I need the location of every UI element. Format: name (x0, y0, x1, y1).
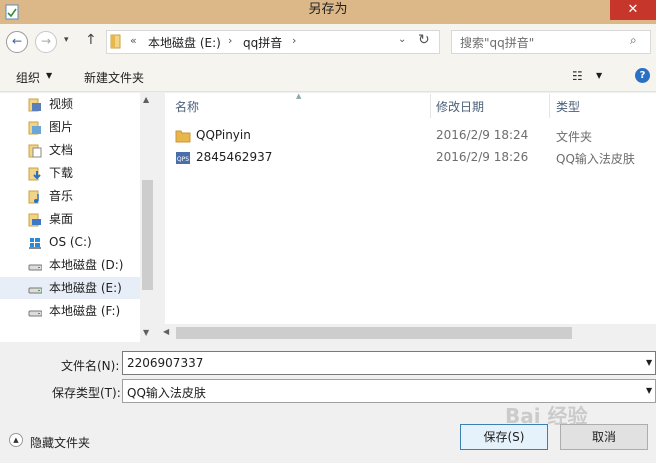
help-icon[interactable]: ? (635, 68, 650, 83)
search-icon[interactable]: ⌕ (630, 33, 637, 48)
breadcrumb-qq-pinyin[interactable]: qq拼音 (243, 34, 282, 51)
recent-locations-icon[interactable]: ▾ (64, 35, 69, 45)
sidebar-item-label: 下载 (49, 166, 74, 180)
sidebar-item[interactable]: 本地磁盘 (E:) (28, 277, 138, 299)
sidebar-item[interactable]: 下载 (28, 162, 138, 184)
pictures-library-icon (28, 120, 42, 135)
window-title: 另存为 (308, 2, 348, 17)
chevron-down-icon[interactable]: ▼ (596, 71, 602, 80)
address-overflow-icon[interactable]: « (130, 34, 137, 47)
table-row[interactable]: QPS 2845462937 2016/2/9 18:26 QQ输入法皮肤 (175, 147, 645, 169)
file-date: 2016/2/9 18:24 (436, 128, 529, 142)
save-button[interactable]: 保存(S) (460, 424, 548, 450)
back-button[interactable]: ← (6, 31, 28, 53)
file-name: QQPinyin (196, 128, 251, 142)
sidebar-item[interactable]: 图片 (28, 116, 138, 138)
forward-button[interactable]: → (35, 31, 57, 53)
column-header-type[interactable]: 类型 (556, 98, 580, 115)
column-divider[interactable] (549, 94, 550, 118)
close-button[interactable]: ✕ (610, 0, 656, 20)
breadcrumb-drive-e[interactable]: 本地磁盘 (E:) (148, 34, 221, 51)
file-name: 2845462937 (196, 150, 273, 164)
folder-icon (175, 129, 191, 143)
sidebar-item-label: 桌面 (49, 212, 74, 226)
video-library-icon (28, 97, 42, 112)
sidebar-item-label: 本地磁盘 (D:) (49, 258, 124, 272)
view-options-icon[interactable]: ☷ (572, 69, 583, 83)
file-type: QQ输入法皮肤 (556, 152, 635, 166)
sidebar-item[interactable]: 文档 (28, 139, 138, 161)
new-folder-button[interactable]: 新建文件夹 (84, 69, 144, 86)
filetype-label: 保存类型(T): (52, 386, 121, 400)
table-row[interactable]: QQPinyin 2016/2/9 18:24 文件夹 (175, 125, 645, 147)
sidebar-item[interactable]: 本地磁盘 (F:) (28, 300, 138, 322)
sidebar-item-label: OS (C:) (49, 235, 92, 249)
sidebar-item-label: 本地磁盘 (E:) (49, 281, 122, 295)
drive-icon (28, 281, 43, 295)
filetype-value[interactable]: QQ输入法皮肤 (127, 384, 206, 401)
folder-icon (110, 34, 121, 49)
scrollbar-thumb[interactable] (142, 180, 153, 290)
sidebar-item-label: 本地磁盘 (F:) (49, 304, 121, 318)
refresh-icon[interactable]: ↻ (418, 32, 430, 48)
sort-ascending-icon: ▲ (296, 92, 302, 100)
filetype-dropdown-icon[interactable]: ▼ (646, 386, 652, 395)
sidebar-item-label: 图片 (49, 120, 74, 134)
filename-value[interactable]: 2206907337 (127, 356, 203, 370)
filename-dropdown-icon[interactable]: ▼ (646, 358, 652, 367)
address-dropdown-icon[interactable]: ⌄ (398, 34, 406, 45)
sidebar-item[interactable]: OS (C:) (28, 231, 138, 253)
search-placeholder: 搜索"qq拼音" (460, 36, 535, 50)
sidebar-item[interactable]: 视频 (28, 93, 138, 115)
downloads-icon (28, 166, 42, 181)
scroll-left-icon[interactable]: ◀ (163, 327, 169, 336)
close-icon: ✕ (627, 2, 639, 17)
scroll-down-icon[interactable]: ▼ (143, 328, 149, 337)
column-divider[interactable] (430, 94, 431, 118)
organize-button[interactable]: 组织 (16, 69, 40, 86)
documents-library-icon (28, 143, 42, 158)
file-type: 文件夹 (556, 130, 593, 144)
collapse-icon[interactable]: ▲ (9, 433, 23, 447)
sidebar-item-label: 视频 (49, 97, 74, 111)
sidebar-item[interactable]: 音乐 (28, 185, 138, 207)
windows-drive-icon (28, 235, 42, 249)
drive-icon (28, 258, 43, 272)
breadcrumb-separator-icon[interactable]: › (292, 34, 296, 47)
scroll-up-icon[interactable]: ▲ (143, 95, 149, 104)
column-header-name[interactable]: 名称 (175, 98, 199, 115)
desktop-icon (28, 212, 42, 227)
music-library-icon (28, 189, 42, 204)
sidebar-item-label: 文档 (49, 143, 74, 157)
filename-label: 文件名(N): (61, 359, 120, 373)
cancel-button[interactable]: 取消 (560, 424, 648, 450)
column-header-date[interactable]: 修改日期 (436, 98, 484, 115)
chevron-down-icon[interactable]: ▼ (46, 71, 52, 80)
skin-file-icon: QPS (175, 151, 191, 165)
horizontal-scrollbar-thumb[interactable] (176, 327, 572, 339)
sidebar-item-label: 音乐 (49, 189, 74, 203)
file-date: 2016/2/9 18:26 (436, 150, 529, 164)
sidebar-item[interactable]: 桌面 (28, 208, 138, 230)
svg-text:QPS: QPS (177, 156, 189, 163)
up-level-icon[interactable]: ↑ (85, 32, 97, 48)
hide-folders-button[interactable]: 隐藏文件夹 (30, 434, 90, 451)
breadcrumb-separator-icon[interactable]: › (228, 34, 232, 47)
drive-icon (28, 304, 43, 318)
sidebar-item[interactable]: 本地磁盘 (D:) (28, 254, 138, 276)
